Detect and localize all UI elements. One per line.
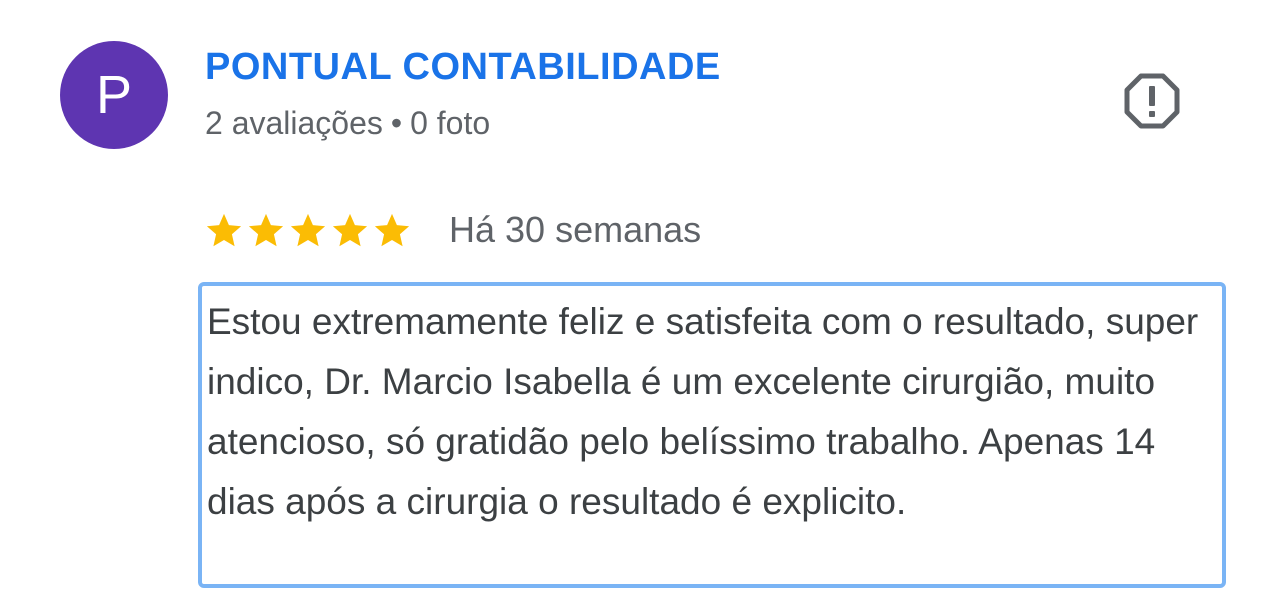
author-name[interactable]: PONTUAL CONTABILIDADE [205, 46, 721, 89]
star-icon [248, 213, 284, 247]
author-meta: 2 avaliações • 0 foto [205, 105, 490, 142]
star-icon [374, 213, 410, 247]
rating-row: Há 30 semanas [205, 200, 701, 260]
review-text[interactable]: Estou extremamente feliz e satisfeita co… [207, 292, 1218, 532]
report-review-button[interactable] [1123, 72, 1181, 130]
star-rating [205, 211, 411, 249]
star-icon [206, 213, 242, 247]
report-flag-icon [1124, 73, 1180, 129]
meta-separator: • [390, 105, 403, 141]
photos-count: 0 foto [410, 105, 491, 141]
star-icon [332, 213, 368, 247]
star-icon [290, 213, 326, 247]
review-text-selection[interactable]: Estou extremamente feliz e satisfeita co… [198, 282, 1226, 588]
reviews-count: 2 avaliações [205, 105, 383, 141]
review-timestamp: Há 30 semanas [449, 209, 702, 250]
author-avatar[interactable]: P [60, 41, 168, 149]
